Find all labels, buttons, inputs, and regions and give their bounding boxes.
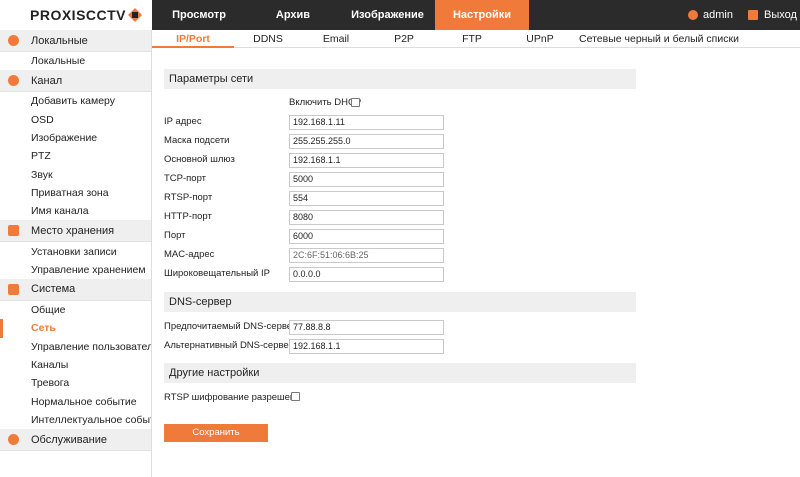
sidebar-item-network[interactable]: Сеть [0, 319, 151, 338]
rtsp-port-field[interactable]: 554 [289, 191, 444, 206]
tcp-port-label: TCP-порт [164, 173, 207, 184]
mac-address-field: 2C:6F:51:06:6B:25 [289, 248, 444, 263]
preferred-dns-field[interactable]: 77.88.8.8 [289, 320, 444, 335]
sidebar-item-add-camera[interactable]: Добавить камеру [0, 92, 151, 110]
user-icon [688, 10, 698, 20]
alternate-dns-label: Альтернативный DNS-сервер [164, 340, 294, 351]
sidebar-item-osd[interactable]: OSD [0, 111, 151, 129]
http-port-label: HTTP-порт [164, 211, 212, 222]
sidebar-item-user-management[interactable]: Управление пользователями [0, 338, 151, 356]
header: PROXISCCTV Просмотр Архив Изображение На… [0, 0, 800, 30]
gear-icon [8, 35, 19, 46]
user-menu[interactable]: admin [688, 0, 733, 30]
sidebar-item-general[interactable]: Общие [0, 301, 151, 319]
logout-button[interactable]: Выход [748, 0, 797, 30]
subtab-p2p[interactable]: P2P [370, 30, 438, 48]
sidebar-group-label: Локальные [31, 34, 88, 47]
ip-address-label: IP адрес [164, 116, 202, 127]
subtab-ftp[interactable]: FTP [438, 30, 506, 48]
monitor-icon [8, 283, 19, 295]
sidebar-group-label: Место хранения [31, 224, 115, 237]
gateway-label: Основной шлюз [164, 154, 235, 165]
tab-archive[interactable]: Архив [246, 0, 340, 30]
http-port-field[interactable]: 8080 [289, 210, 444, 225]
username: admin [703, 9, 733, 21]
sidebar-item-privacy-zone[interactable]: Приватная зона [0, 184, 151, 202]
sidebar-item-smart-event[interactable]: Интеллектуальное событие [0, 411, 151, 429]
logo-text: PROXISCCTV [30, 7, 127, 23]
sidebar-item-channels[interactable]: Каналы [0, 356, 151, 374]
gateway-field[interactable]: 192.168.1.1 [289, 153, 444, 168]
subtab-network-lists[interactable]: Сетевые черный и белый списки [574, 30, 744, 48]
port-label: Порт [164, 230, 186, 241]
sidebar-group-channel[interactable]: Канал [0, 70, 151, 93]
sidebar-group-maintenance[interactable]: Обслуживание [0, 429, 151, 452]
dns-section-header: DNS-сервер [164, 292, 636, 312]
sidebar-group-system[interactable]: Система [0, 278, 151, 301]
sidebar-item-normal-event[interactable]: Нормальное событие [0, 392, 151, 410]
sidebar-group-label: Обслуживание [31, 433, 107, 446]
tab-image[interactable]: Изображение [340, 0, 435, 30]
broadcast-ip-label: Широковещательный IP [164, 268, 270, 279]
logout-label: Выход [764, 9, 797, 21]
sidebar-item-ptz[interactable]: PTZ [0, 147, 151, 165]
network-section-header: Параметры сети [164, 69, 636, 89]
subtab-upnp[interactable]: UPnP [506, 30, 574, 48]
sidebar-item-channel-name[interactable]: Имя канала [0, 202, 151, 220]
logout-icon [748, 10, 758, 20]
top-navigation: Просмотр Архив Изображение Настройки adm… [152, 0, 800, 30]
logo: PROXISCCTV [0, 0, 152, 30]
alternate-dns-field[interactable]: 192.168.1.1 [289, 339, 444, 354]
subtab-ddns[interactable]: DDNS [234, 30, 302, 48]
sidebar-item-audio[interactable]: Звук [0, 165, 151, 183]
rtsp-encryption-label: RTSP шифрование разрешено [164, 392, 301, 403]
sidebar-group-label: Канал [31, 74, 63, 87]
subtab-ip-port[interactable]: IP/Port [152, 30, 234, 48]
sidebar-group-storage[interactable]: Место хранения [0, 220, 151, 243]
sidebar-item-storage-management[interactable]: Управление хранением [0, 261, 151, 279]
camera-icon [8, 75, 19, 87]
subnet-mask-field[interactable]: 255.255.255.0 [289, 134, 444, 149]
sidebar-item-alarm[interactable]: Тревога [0, 374, 151, 392]
sidebar: Локальные Локальные Канал Добавить камер… [0, 30, 152, 477]
preferred-dns-label: Предпочитаемый DNS-сервер [164, 321, 298, 332]
sidebar-item-local[interactable]: Локальные [0, 52, 151, 70]
sidebar-item-record-settings[interactable]: Установки записи [0, 242, 151, 260]
subtab-bar: IP/Port DDNS Email P2P FTP UPnP Сетевые … [152, 30, 800, 48]
port-field[interactable]: 6000 [289, 229, 444, 244]
other-section-header: Другие настройки [164, 363, 636, 383]
logo-icon [128, 8, 142, 22]
sidebar-group-label: Система [31, 283, 76, 296]
dhcp-checkbox[interactable] [351, 98, 360, 107]
tab-live[interactable]: Просмотр [152, 0, 246, 30]
storage-icon [8, 225, 19, 237]
sidebar-item-image[interactable]: Изображение [0, 129, 151, 147]
rtsp-encryption-checkbox[interactable] [291, 392, 300, 401]
broadcast-ip-field[interactable]: 0.0.0.0 [289, 267, 444, 282]
save-button[interactable]: Сохранить [164, 424, 268, 442]
info-icon [8, 434, 19, 446]
subtab-email[interactable]: Email [302, 30, 370, 48]
sidebar-group-local[interactable]: Локальные [0, 30, 151, 52]
rtsp-port-label: RTSP-порт [164, 192, 213, 203]
subnet-mask-label: Маска подсети [164, 135, 230, 146]
ip-address-field[interactable]: 192.168.1.11 [289, 115, 444, 130]
tcp-port-field[interactable]: 5000 [289, 172, 444, 187]
tab-settings[interactable]: Настройки [435, 0, 529, 30]
mac-address-label: MAC-адрес [164, 249, 215, 260]
